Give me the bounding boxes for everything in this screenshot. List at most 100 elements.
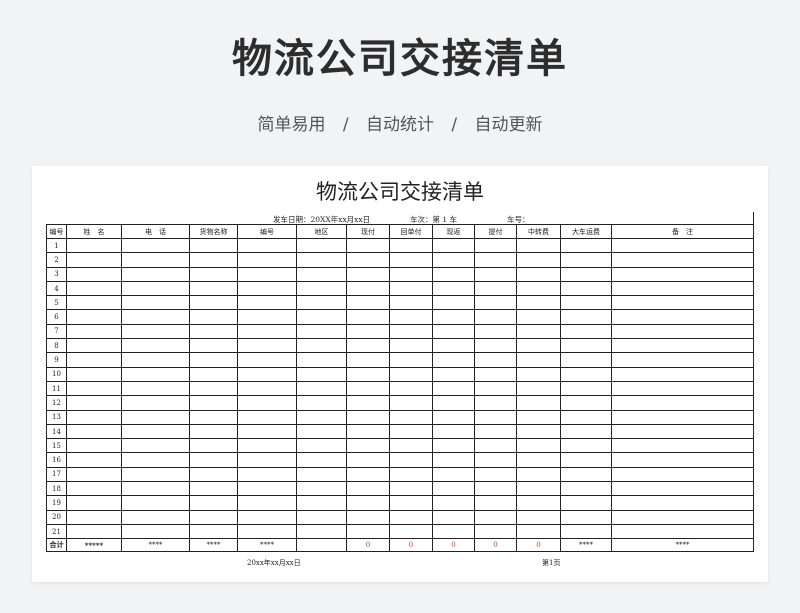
table-cell[interactable]	[66, 409, 122, 425]
table-cell[interactable]	[432, 266, 475, 282]
table-cell[interactable]	[296, 352, 347, 368]
table-cell[interactable]	[474, 266, 517, 282]
table-cell[interactable]	[121, 466, 190, 483]
table-cell[interactable]	[296, 452, 347, 468]
table-cell[interactable]	[189, 466, 238, 483]
table-cell[interactable]	[389, 266, 433, 282]
table-cell[interactable]	[237, 380, 297, 397]
table-cell[interactable]	[389, 309, 433, 325]
table-cell[interactable]	[189, 509, 238, 525]
table-cell[interactable]	[296, 509, 347, 525]
table-cell[interactable]	[296, 323, 347, 340]
table-cell[interactable]	[296, 380, 347, 397]
table-cell[interactable]	[389, 452, 433, 468]
table-cell[interactable]	[560, 280, 612, 297]
table-cell[interactable]	[389, 338, 433, 354]
table-cell[interactable]	[189, 481, 238, 497]
table-cell[interactable]	[189, 323, 238, 340]
table-cell[interactable]	[516, 252, 561, 268]
table-cell[interactable]	[237, 309, 297, 325]
table-cell[interactable]	[121, 323, 190, 340]
table-cell[interactable]	[121, 509, 190, 525]
table-cell[interactable]	[516, 338, 561, 354]
table-cell[interactable]	[121, 266, 190, 282]
table-cell[interactable]	[611, 423, 754, 440]
table-cell[interactable]	[389, 280, 433, 297]
table-cell[interactable]	[296, 295, 347, 311]
table-cell[interactable]	[296, 409, 347, 425]
table-cell[interactable]	[432, 466, 475, 483]
table-cell[interactable]	[389, 509, 433, 525]
table-cell[interactable]	[296, 495, 347, 511]
table-cell[interactable]	[296, 423, 347, 440]
table-cell[interactable]	[389, 409, 433, 425]
table-cell[interactable]	[237, 509, 297, 525]
table-cell[interactable]	[611, 452, 754, 468]
table-cell[interactable]	[516, 280, 561, 297]
table-cell[interactable]	[389, 438, 433, 454]
table-cell[interactable]	[121, 438, 190, 454]
table-cell[interactable]	[560, 237, 612, 254]
table-cell[interactable]	[560, 266, 612, 282]
table-cell[interactable]	[237, 481, 297, 497]
table-cell[interactable]	[237, 280, 297, 297]
table-cell[interactable]	[474, 252, 517, 268]
table-cell[interactable]	[189, 409, 238, 425]
table-cell[interactable]	[346, 481, 390, 497]
table-cell[interactable]	[516, 438, 561, 454]
table-cell[interactable]	[66, 380, 122, 397]
table-cell[interactable]	[189, 366, 238, 382]
table-cell[interactable]	[432, 452, 475, 468]
table-cell[interactable]	[432, 523, 475, 540]
table-cell[interactable]	[432, 423, 475, 440]
table-cell[interactable]	[237, 323, 297, 340]
table-cell[interactable]	[189, 352, 238, 368]
table-cell[interactable]	[389, 252, 433, 268]
table-cell[interactable]	[560, 395, 612, 411]
table-cell[interactable]	[389, 481, 433, 497]
table-cell[interactable]	[346, 409, 390, 425]
table-cell[interactable]	[346, 352, 390, 368]
table-cell[interactable]	[389, 380, 433, 397]
table-cell[interactable]	[121, 380, 190, 397]
table-cell[interactable]	[560, 438, 612, 454]
table-cell[interactable]	[66, 323, 122, 340]
table-cell[interactable]	[611, 380, 754, 397]
table-cell[interactable]	[346, 266, 390, 282]
table-cell[interactable]	[432, 438, 475, 454]
table-cell[interactable]	[611, 409, 754, 425]
table-cell[interactable]	[611, 352, 754, 368]
table-cell[interactable]	[560, 295, 612, 311]
table-cell[interactable]	[296, 309, 347, 325]
table-cell[interactable]	[474, 309, 517, 325]
table-cell[interactable]	[560, 252, 612, 268]
table-cell[interactable]	[66, 295, 122, 311]
table-cell[interactable]	[474, 495, 517, 511]
table-cell[interactable]	[389, 495, 433, 511]
table-cell[interactable]	[189, 252, 238, 268]
table-cell[interactable]	[66, 452, 122, 468]
table-cell[interactable]	[516, 466, 561, 483]
table-cell[interactable]	[611, 395, 754, 411]
table-cell[interactable]	[121, 481, 190, 497]
table-cell[interactable]	[389, 323, 433, 340]
table-cell[interactable]	[560, 409, 612, 425]
table-cell[interactable]	[121, 495, 190, 511]
table-cell[interactable]	[66, 366, 122, 382]
table-cell[interactable]	[560, 481, 612, 497]
table-cell[interactable]	[237, 266, 297, 282]
table-cell[interactable]	[611, 295, 754, 311]
table-cell[interactable]	[66, 309, 122, 325]
table-cell[interactable]	[237, 395, 297, 411]
table-cell[interactable]	[611, 366, 754, 382]
table-cell[interactable]	[121, 309, 190, 325]
table-cell[interactable]	[611, 309, 754, 325]
table-cell[interactable]	[474, 352, 517, 368]
table-cell[interactable]	[237, 523, 297, 540]
table-cell[interactable]	[237, 438, 297, 454]
table-cell[interactable]	[121, 338, 190, 354]
table-cell[interactable]	[432, 409, 475, 425]
table-cell[interactable]	[189, 309, 238, 325]
table-cell[interactable]	[474, 481, 517, 497]
table-cell[interactable]	[296, 266, 347, 282]
